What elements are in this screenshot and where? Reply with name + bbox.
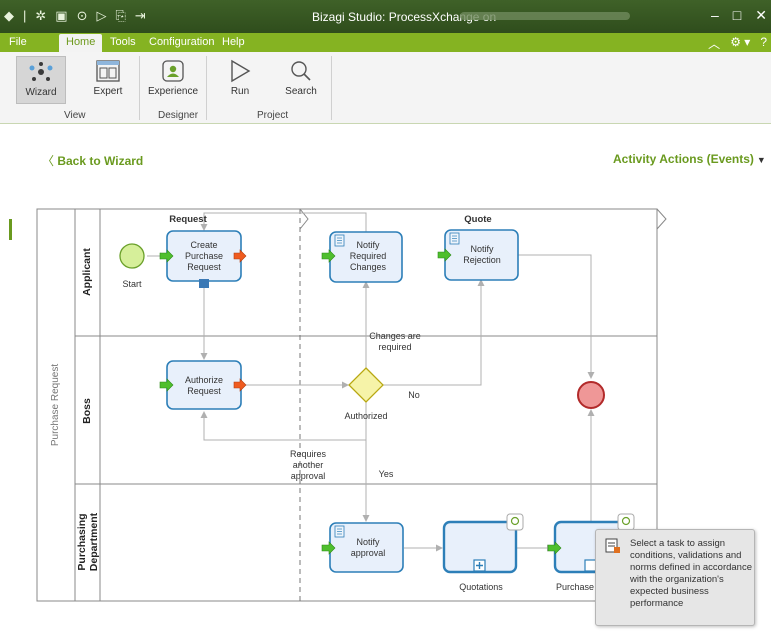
flow-label-yes: Yes [378, 469, 394, 479]
milestone-quote: Quote [464, 214, 492, 225]
start-event[interactable] [119, 243, 145, 269]
gateway-label: Authorized [344, 411, 388, 421]
task-label-notify-changes: Notify Required Changes [349, 240, 387, 272]
tooltip-text: Select a task to assign conditions, vali… [630, 538, 752, 609]
task-label-notify-rejection: Notify Rejection [463, 244, 501, 265]
task-label-notify-approval: Notify approval [350, 537, 386, 558]
lane-label-applicant: Applicant [81, 248, 93, 296]
attach-icon[interactable] [617, 513, 635, 531]
start-label: Start [122, 279, 142, 289]
flow-label-no: No [408, 390, 420, 400]
end-event[interactable] [577, 381, 605, 409]
form-rules-icon [605, 538, 621, 557]
pool-label: Purchase Request [50, 363, 61, 447]
flow-label-another-approval: Requires another approval [289, 449, 327, 481]
save-icon [199, 279, 209, 288]
lane-label-purchasing: Purchasing Department [76, 512, 100, 572]
milestone-request: Request [169, 214, 207, 225]
hint-tooltip: Select a task to assign conditions, vali… [595, 529, 755, 626]
lane-label-boss: Boss [81, 398, 93, 424]
task-label-create: Create Purchase Request [184, 240, 224, 272]
attach-icon[interactable] [506, 513, 524, 531]
milestone-chevron [656, 208, 667, 230]
script-task-icon [449, 232, 460, 245]
script-task-icon [334, 525, 345, 538]
subprocess-label-quotations: Quotations [459, 582, 503, 592]
task-label-authorize: Authorize Request [184, 375, 224, 396]
flow-label-changes: Changes are required [369, 331, 421, 352]
